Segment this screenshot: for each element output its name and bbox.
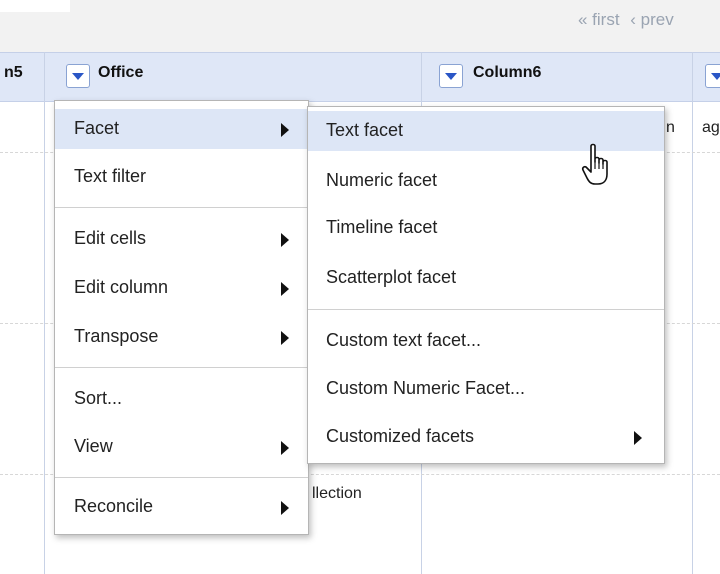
menu-item-label: Numeric facet	[326, 170, 438, 190]
column-separator	[692, 52, 693, 574]
menu-item-label: Custom text facet...	[326, 330, 482, 350]
menu-item-label: Custom Numeric Facet...	[326, 378, 526, 398]
menu-item-text-filter[interactable]: Text filter	[55, 157, 308, 197]
menu-item-label: Text facet	[326, 120, 404, 140]
column6-dropdown-icon[interactable]	[439, 64, 463, 88]
submenu-item-scatterplot-facet[interactable]: Scatterplot facet	[308, 258, 664, 298]
menu-separator	[55, 477, 308, 478]
menu-item-label: Edit column	[74, 277, 169, 297]
submenu-item-custom-text-facet[interactable]: Custom text facet...	[308, 321, 664, 361]
pager-prev-link[interactable]: ‹ prev	[630, 10, 673, 29]
menu-item-label: Facet	[74, 118, 120, 138]
table-cell: llection	[312, 485, 362, 502]
office-dropdown-icon[interactable]	[66, 64, 90, 88]
menu-separator	[55, 207, 308, 208]
submenu-item-timeline-facet[interactable]: Timeline facet	[308, 208, 664, 248]
menu-item-label: Edit cells	[74, 228, 147, 248]
submenu-arrow-icon	[281, 282, 289, 296]
menu-item-edit-cells[interactable]: Edit cells	[55, 219, 308, 259]
pager-first-link[interactable]: « first	[578, 10, 620, 29]
menu-item-label: Timeline facet	[326, 217, 438, 237]
menu-separator	[308, 309, 664, 310]
menu-item-sort[interactable]: Sort...	[55, 379, 308, 419]
column-menu: Facet Text filter Edit cells Edit column…	[54, 100, 309, 535]
submenu-arrow-icon	[634, 431, 642, 445]
menu-item-transpose[interactable]: Transpose	[55, 317, 308, 357]
menu-item-label: View	[74, 436, 113, 456]
menu-item-facet[interactable]: Facet	[55, 109, 308, 149]
submenu-item-customized-facets[interactable]: Customized facets	[308, 417, 664, 457]
menu-item-reconcile[interactable]: Reconcile	[55, 487, 308, 527]
column-header-n5[interactable]: n5	[4, 64, 23, 82]
menu-item-view[interactable]: View	[55, 427, 308, 467]
pager: « first ‹ prev	[578, 10, 680, 30]
menu-item-label: Customized facets	[326, 426, 475, 446]
submenu-arrow-icon	[281, 233, 289, 247]
toolbar-corner	[0, 0, 70, 12]
menu-item-label: Sort...	[74, 388, 123, 408]
submenu-arrow-icon	[281, 441, 289, 455]
submenu-arrow-icon	[281, 331, 289, 345]
column7-dropdown-icon[interactable]	[705, 64, 720, 88]
submenu-item-custom-numeric-facet[interactable]: Custom Numeric Facet...	[308, 369, 664, 409]
menu-item-edit-column[interactable]: Edit column	[55, 268, 308, 308]
table-cell: n	[666, 119, 675, 136]
menu-separator	[55, 367, 308, 368]
menu-item-label: Text filter	[74, 166, 147, 186]
submenu-arrow-icon	[281, 501, 289, 515]
hand-pointer-icon	[581, 143, 608, 185]
menu-item-label: Reconcile	[74, 496, 154, 516]
menu-item-label: Scatterplot facet	[326, 267, 457, 287]
table-cell: ag	[702, 119, 720, 136]
column-separator	[44, 52, 45, 574]
menu-item-label: Transpose	[74, 326, 159, 346]
submenu-arrow-icon	[281, 123, 289, 137]
column-header-office[interactable]: Office	[98, 64, 143, 82]
column-header-column6[interactable]: Column6	[473, 64, 541, 82]
